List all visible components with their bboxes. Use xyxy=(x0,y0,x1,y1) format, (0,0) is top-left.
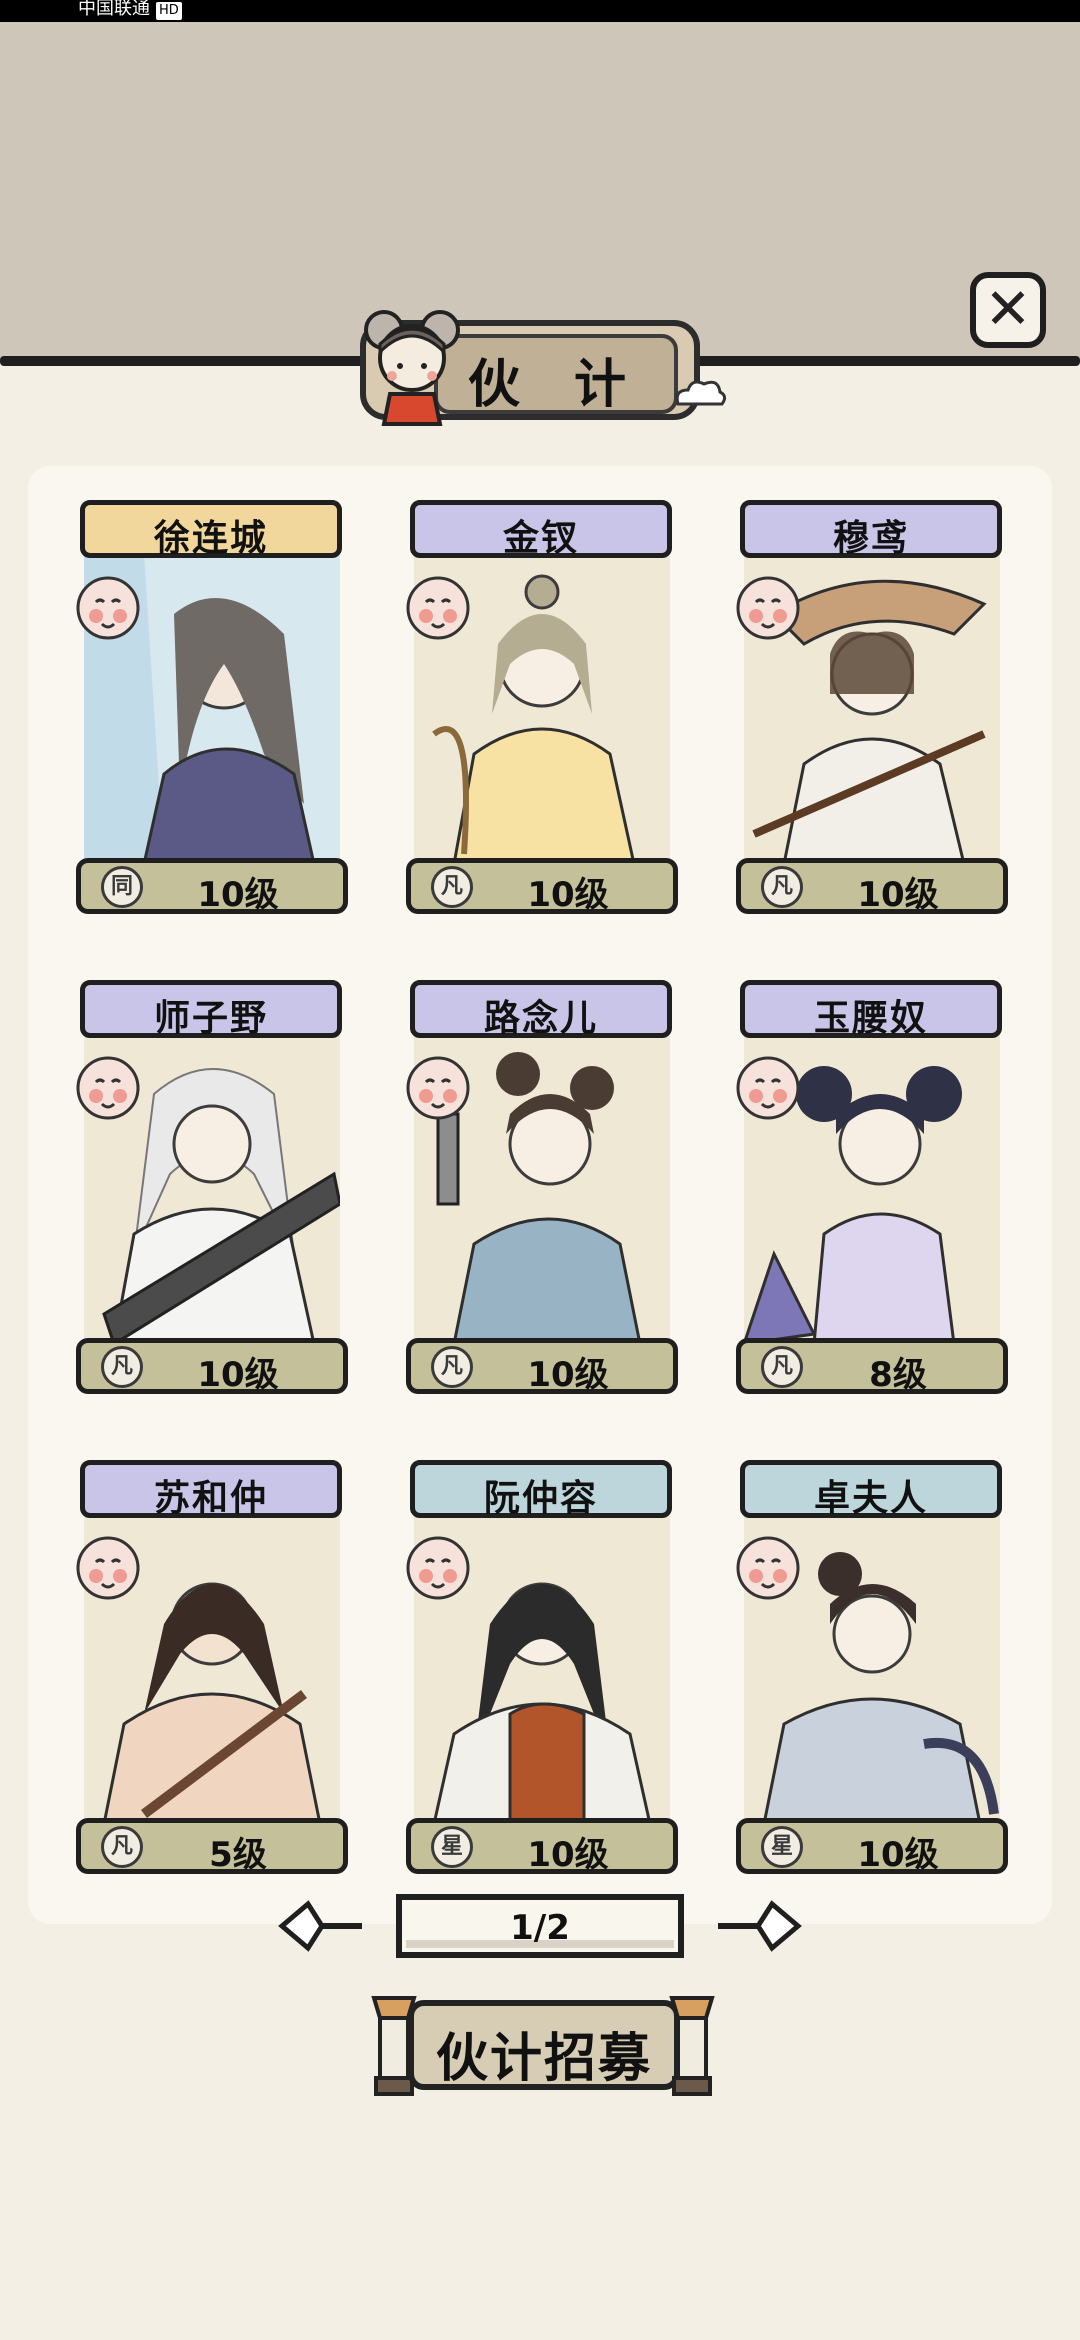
level-bar: 星 10级 xyxy=(406,1818,678,1875)
level-bar: 凡 10级 xyxy=(76,1338,348,1395)
name-plate: 徐连城 xyxy=(80,500,342,559)
name-plate: 玉腰奴 xyxy=(740,980,1002,1039)
name-plate: 阮仲容 xyxy=(410,1460,672,1519)
cloud-icon xyxy=(675,380,727,406)
companion-card[interactable]: 穆鸢 凡 10级 xyxy=(736,494,1008,915)
rank-icon: 同 xyxy=(101,866,143,908)
companion-level: 10级 xyxy=(857,875,939,915)
companion-name: 玉腰奴 xyxy=(813,998,928,1039)
level-bar: 星 10级 xyxy=(736,1818,1008,1875)
companion-card[interactable]: 阮仲容 星 10级 xyxy=(406,1454,678,1875)
name-plate: 穆鸢 xyxy=(740,500,1002,559)
hd-badge: HD xyxy=(156,2,182,20)
companion-card[interactable]: 苏和仲 凡 5级 xyxy=(76,1454,348,1875)
level-bar: 凡 10级 xyxy=(406,858,678,915)
close-icon: ✕ xyxy=(984,277,1032,342)
face-badge-icon xyxy=(76,576,140,640)
next-page-icon[interactable] xyxy=(718,1898,802,1954)
companion-level: 10级 xyxy=(857,1835,939,1875)
companion-card[interactable]: 路念儿 凡 10级 xyxy=(406,974,678,1395)
mascot-icon xyxy=(364,310,460,426)
name-plate: 路念儿 xyxy=(410,980,672,1039)
face-badge-icon xyxy=(406,1056,470,1120)
carrier-name: 中国联通 xyxy=(78,0,150,19)
pagination: 1/2 xyxy=(0,1894,1080,1964)
face-badge-icon xyxy=(736,576,800,640)
page-indicator: 1/2 xyxy=(396,1894,684,1958)
face-badge-icon xyxy=(406,576,470,640)
companion-name: 徐连城 xyxy=(153,518,268,559)
companion-level: 10级 xyxy=(527,1355,609,1395)
name-plate: 苏和仲 xyxy=(80,1460,342,1519)
rank-icon: 星 xyxy=(761,1826,803,1868)
name-plate: 卓夫人 xyxy=(740,1460,1002,1519)
name-plate: 金钗 xyxy=(410,500,672,559)
companion-level: 10级 xyxy=(527,875,609,915)
rank-icon: 凡 xyxy=(431,866,473,908)
face-badge-icon xyxy=(76,1056,140,1120)
level-bar: 凡 10级 xyxy=(736,858,1008,915)
companion-name: 阮仲容 xyxy=(483,1478,598,1519)
companion-card[interactable]: 卓夫人 星 10级 xyxy=(736,1454,1008,1875)
recruit-label: 伙计招募 xyxy=(435,2029,652,2089)
companion-card[interactable]: 金钗 凡 10级 xyxy=(406,494,678,915)
rank-icon: 凡 xyxy=(101,1826,143,1868)
companion-card[interactable]: 师子野 凡 10级 xyxy=(76,974,348,1395)
page-number: 1/2 xyxy=(510,1908,570,1948)
companion-card[interactable]: 玉腰奴 凡 8级 xyxy=(736,974,1008,1395)
face-badge-icon xyxy=(406,1536,470,1600)
prev-page-icon[interactable] xyxy=(278,1898,362,1954)
companion-name: 师子野 xyxy=(153,998,268,1039)
rank-icon: 星 xyxy=(431,1826,473,1868)
rank-icon: 凡 xyxy=(761,1346,803,1388)
companion-name: 苏和仲 xyxy=(153,1478,268,1519)
top-backdrop xyxy=(0,22,1080,362)
level-bar: 同 10级 xyxy=(76,858,348,915)
name-plate: 师子野 xyxy=(80,980,342,1039)
page-title: 伙 计 xyxy=(467,355,645,415)
face-badge-icon xyxy=(736,1536,800,1600)
level-bar: 凡 8级 xyxy=(736,1338,1008,1395)
recruit-button[interactable]: 伙计招募 xyxy=(368,1988,718,2100)
rank-icon: 凡 xyxy=(431,1346,473,1388)
face-badge-icon xyxy=(736,1056,800,1120)
companion-name: 穆鸢 xyxy=(832,518,909,559)
status-bar: 中国联通 HD xyxy=(0,0,1080,22)
companion-level: 5级 xyxy=(209,1835,267,1875)
companion-name: 金钗 xyxy=(502,518,579,559)
companion-name: 卓夫人 xyxy=(813,1478,928,1519)
level-bar: 凡 5级 xyxy=(76,1818,348,1875)
rank-icon: 凡 xyxy=(101,1346,143,1388)
companion-name: 路念儿 xyxy=(483,998,598,1039)
companion-card[interactable]: 徐连城 同 10级 xyxy=(76,494,348,915)
companion-level: 10级 xyxy=(197,1355,279,1395)
companion-level: 10级 xyxy=(197,875,279,915)
lantern-icon xyxy=(669,1996,715,2096)
companion-level: 10级 xyxy=(527,1835,609,1875)
level-bar: 凡 10级 xyxy=(406,1338,678,1395)
close-button[interactable]: ✕ xyxy=(970,272,1046,348)
rank-icon: 凡 xyxy=(761,866,803,908)
face-badge-icon xyxy=(76,1536,140,1600)
companion-level: 8级 xyxy=(869,1355,927,1395)
